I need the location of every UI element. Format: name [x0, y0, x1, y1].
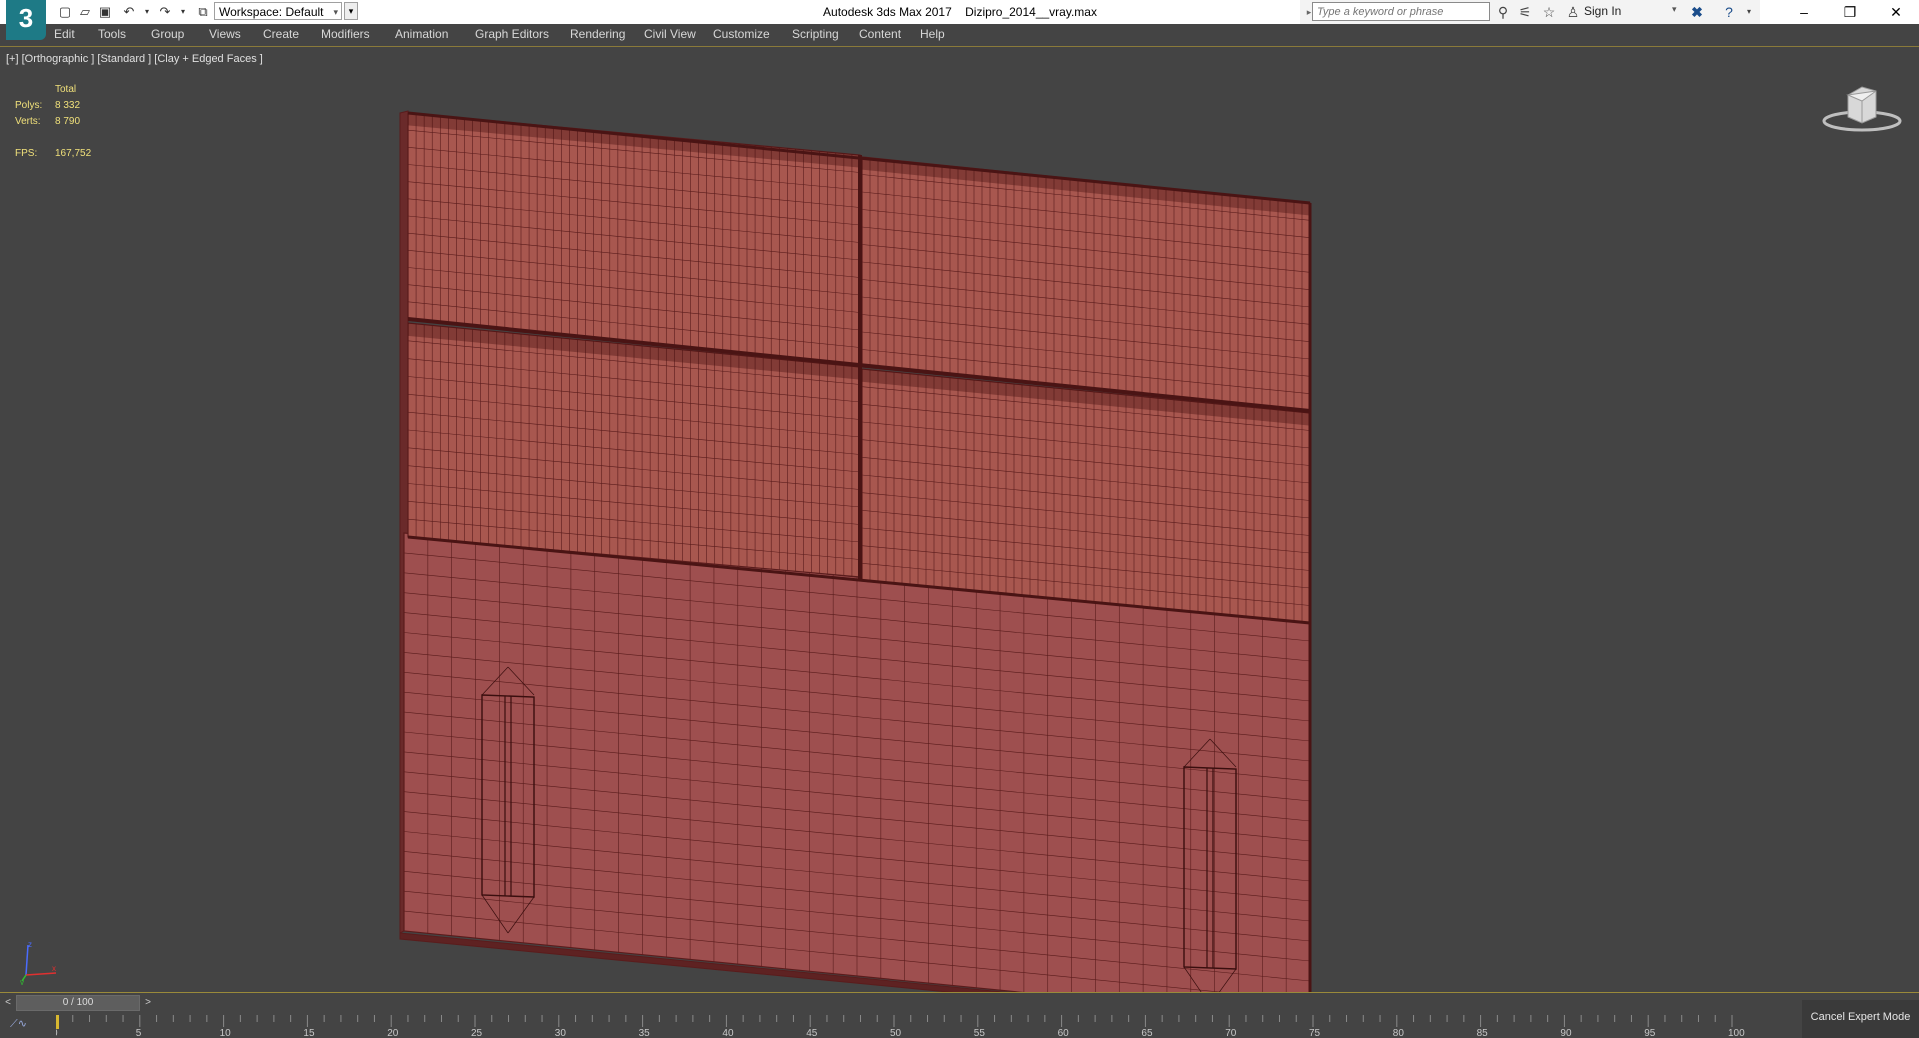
- menu-scripting[interactable]: Scripting: [792, 27, 839, 41]
- viewport-orthographic[interactable]: [+] [Orthographic ] [Standard ] [Clay + …: [0, 47, 1919, 993]
- chevron-down-icon: ▾: [333, 7, 338, 17]
- menu-modifiers[interactable]: Modifiers: [321, 27, 370, 41]
- restore-button[interactable]: ❐: [1827, 0, 1873, 24]
- frame-ruler[interactable]: 0 5 10 15 20 25 30 35 40 45 50 55 60 65 70 75 80 85 90 95 10…: [56, 1013, 1750, 1038]
- app-logo[interactable]: 3: [6, 0, 46, 40]
- frame-tick-label: 70: [1225, 1028, 1237, 1038]
- menu-civil-view[interactable]: Civil View: [644, 27, 696, 41]
- quick-access-customize-icon[interactable]: ▾: [344, 2, 358, 20]
- new-file-icon[interactable]: ▢: [56, 3, 74, 21]
- headboard-model[interactable]: [0, 47, 1919, 992]
- frame-tick-label: 80: [1393, 1028, 1405, 1038]
- frame-tick-label: 35: [639, 1028, 651, 1038]
- current-frame-marker: [56, 1015, 59, 1029]
- redo-icon[interactable]: ↷: [156, 3, 174, 21]
- workspace-value: Workspace: Default: [219, 5, 324, 19]
- frame-tick-label: 30: [555, 1028, 567, 1038]
- help-icon[interactable]: ?: [1720, 3, 1738, 21]
- frame-tick-label: 20: [387, 1028, 399, 1038]
- sign-in-link[interactable]: Sign In: [1584, 4, 1621, 18]
- polys-label: Polys:: [15, 100, 43, 111]
- time-slider[interactable]: < 0 / 100 >: [0, 993, 1919, 1013]
- workspace-select[interactable]: Workspace: Default ▾: [214, 2, 342, 20]
- frame-tick-label: 10: [220, 1028, 232, 1038]
- axis-tripod-icon: z x y: [20, 940, 57, 985]
- fps-value: 167,752: [55, 148, 92, 159]
- svg-text:x: x: [52, 964, 56, 973]
- open-file-icon[interactable]: ▱: [76, 3, 94, 21]
- fps-label: FPS:: [15, 148, 38, 159]
- subscription-icon[interactable]: ⚟: [1516, 3, 1534, 21]
- star-icon[interactable]: ☆: [1540, 3, 1558, 21]
- viewcube-icon[interactable]: [1818, 77, 1906, 137]
- frame-tick-label: 55: [974, 1028, 986, 1038]
- frame-tick-label: 60: [1058, 1028, 1070, 1038]
- polys-value: 8 332: [55, 100, 81, 111]
- frame-tick-label: 50: [890, 1028, 902, 1038]
- track-bar[interactable]: ⟋∿ 0 5 10 15 20 25 30 35 40 45 50 55 60 65 70 75 80 85 90 9…: [0, 1013, 1919, 1038]
- time-slider-prev-button[interactable]: <: [2, 995, 14, 1011]
- verts-label: Verts:: [15, 116, 41, 127]
- frame-tick-label: 40: [722, 1028, 734, 1038]
- svg-text:y: y: [20, 978, 24, 985]
- viewport-label[interactable]: [+] [Orthographic ] [Standard ] [Clay + …: [6, 53, 263, 65]
- frame-tick-label: 100: [1728, 1028, 1745, 1038]
- frame-tick-label: 65: [1141, 1028, 1153, 1038]
- frame-tick-label: 25: [471, 1028, 483, 1038]
- frame-tick-label: 75: [1309, 1028, 1321, 1038]
- menu-bar: Edit Tools Group Views Create Modifiers …: [0, 24, 1919, 47]
- frame-tick-label: 85: [1477, 1028, 1489, 1038]
- chevron-down-icon[interactable]: ▾: [1672, 4, 1677, 15]
- frame-tick-label: 90: [1560, 1028, 1572, 1038]
- menu-views[interactable]: Views: [209, 27, 241, 41]
- undo-icon[interactable]: ↶: [120, 3, 138, 21]
- menu-rendering[interactable]: Rendering: [570, 27, 625, 41]
- menu-animation[interactable]: Animation: [395, 27, 448, 41]
- undo-dropdown-icon[interactable]: ▾: [138, 3, 156, 21]
- menu-edit[interactable]: Edit: [54, 27, 75, 41]
- frame-tick-label: 15: [303, 1028, 315, 1038]
- menu-graph-editors[interactable]: Graph Editors: [475, 27, 549, 41]
- window-title: Autodesk 3ds Max 2017 Dizipro_2014__vray…: [823, 5, 1097, 19]
- frame-tick-label: 95: [1644, 1028, 1656, 1038]
- frame-tick-label: 5: [136, 1028, 142, 1038]
- svg-text:z: z: [28, 940, 32, 949]
- time-slider-next-button[interactable]: >: [142, 995, 154, 1011]
- stats-header: Total: [55, 84, 77, 95]
- minimize-button[interactable]: –: [1781, 0, 1827, 24]
- chevron-down-icon[interactable]: ▾: [1740, 3, 1758, 21]
- binoculars-icon[interactable]: ⚲: [1494, 3, 1512, 21]
- user-icon[interactable]: ♙: [1564, 3, 1582, 21]
- frame-tick-label: 0: [56, 1028, 58, 1038]
- menu-content[interactable]: Content: [859, 27, 901, 41]
- close-button[interactable]: ✕: [1873, 0, 1919, 24]
- menu-group[interactable]: Group: [151, 27, 184, 41]
- project-folder-icon[interactable]: ⧉: [194, 3, 212, 21]
- menu-help[interactable]: Help: [920, 27, 945, 41]
- save-icon[interactable]: ▣: [96, 3, 114, 21]
- title-bar: 3 ▢ ▱ ▣ ↶ ▾ ↷ ▾ ⧉ Workspace: Default ▾ ▾…: [0, 0, 1919, 40]
- curve-editor-toggle-icon[interactable]: ⟋∿: [10, 1017, 27, 1031]
- menu-create[interactable]: Create: [263, 27, 299, 41]
- cancel-expert-mode-button[interactable]: Cancel Expert Mode: [1802, 1000, 1919, 1038]
- verts-value: 8 790: [55, 116, 81, 127]
- search-input[interactable]: [1312, 2, 1490, 21]
- exchange-apps-icon[interactable]: ✖: [1688, 3, 1706, 21]
- frame-tick-label: 45: [806, 1028, 818, 1038]
- redo-dropdown-icon[interactable]: ▾: [174, 3, 192, 21]
- menu-customize[interactable]: Customize: [713, 27, 770, 41]
- menu-tools[interactable]: Tools: [98, 27, 126, 41]
- time-slider-thumb[interactable]: 0 / 100: [16, 995, 140, 1011]
